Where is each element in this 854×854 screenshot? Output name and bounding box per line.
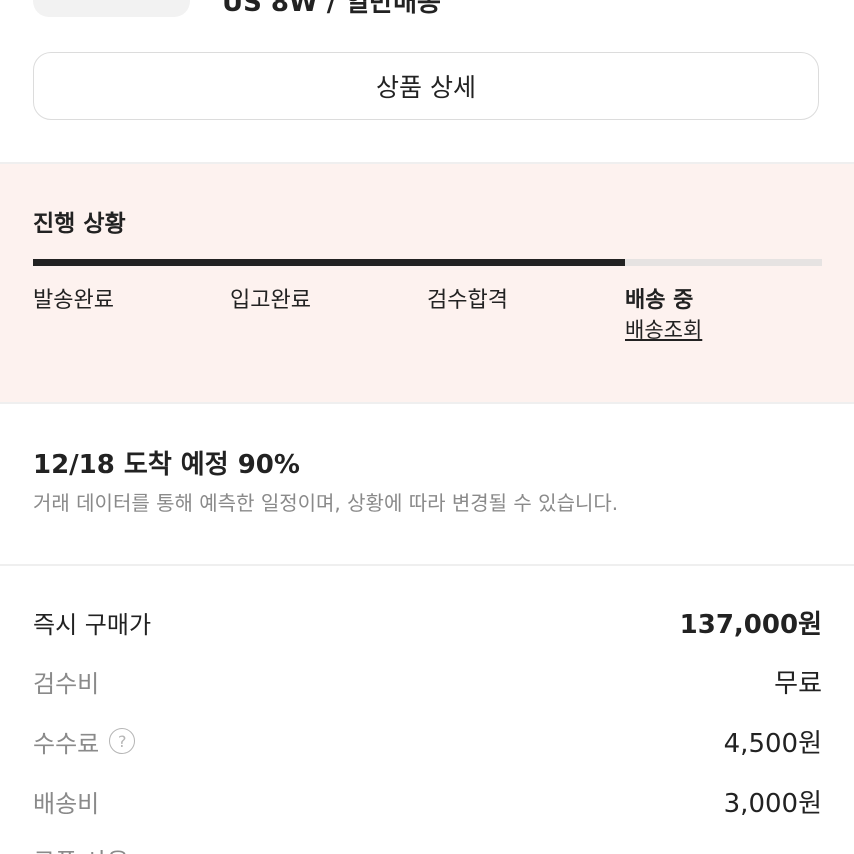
price-label: 즉시 구매가 bbox=[33, 610, 152, 639]
product-summary: US 8W / 일반배송 bbox=[0, 0, 854, 40]
eta-subtitle: 거래 데이터를 통해 예측한 일정이며, 상황에 따라 변경될 수 있습니다. bbox=[33, 491, 619, 515]
step-inspected: 검수합격 bbox=[427, 288, 508, 313]
divider bbox=[0, 402, 854, 404]
price-row-shipping-fee: 배송비 3,000원 bbox=[33, 781, 822, 821]
coupon-row-label: 쿠폰 사용 bbox=[33, 842, 129, 854]
price-label-wrap: 수수료 ? bbox=[33, 724, 136, 759]
eta-title: 12/18 도착 예정 90% bbox=[33, 450, 300, 480]
step-delivering: 배송 중 bbox=[625, 288, 694, 313]
price-label: 검수비 bbox=[33, 669, 100, 698]
price-row-commission: 수수료 ? 4,500원 bbox=[33, 721, 822, 761]
progress-section: 진행 상황 발송완료 입고완료 검수합격 배송 중 배송조회 bbox=[0, 164, 854, 402]
product-option-label: US 8W / 일반배송 bbox=[222, 0, 441, 18]
product-detail-button[interactable]: 상품 상세 bbox=[33, 52, 819, 120]
product-thumbnail[interactable] bbox=[33, 0, 190, 17]
progress-bar-fill bbox=[33, 259, 625, 266]
step-shipped: 발송완료 bbox=[33, 288, 114, 313]
price-row-inspection-fee: 검수비 무료 bbox=[33, 661, 822, 701]
divider bbox=[0, 564, 854, 566]
price-label: 수수료 bbox=[33, 729, 100, 758]
price-value: 무료 bbox=[774, 668, 822, 699]
help-icon[interactable]: ? bbox=[109, 728, 136, 754]
price-value: 4,500원 bbox=[723, 728, 822, 759]
step-received: 입고완료 bbox=[230, 288, 311, 313]
track-shipment-link[interactable]: 배송조회 bbox=[625, 314, 702, 344]
order-detail-page: US 8W / 일반배송 상품 상세 진행 상황 발송완료 입고완료 검수합격 … bbox=[0, 0, 854, 854]
progress-bar bbox=[33, 259, 822, 266]
price-value: 3,000원 bbox=[723, 788, 822, 819]
price-label: 배송비 bbox=[33, 789, 100, 818]
price-value: 137,000원 bbox=[679, 609, 822, 640]
price-row-instant-buy: 즉시 구매가 137,000원 bbox=[33, 602, 822, 642]
progress-title: 진행 상황 bbox=[33, 211, 126, 237]
